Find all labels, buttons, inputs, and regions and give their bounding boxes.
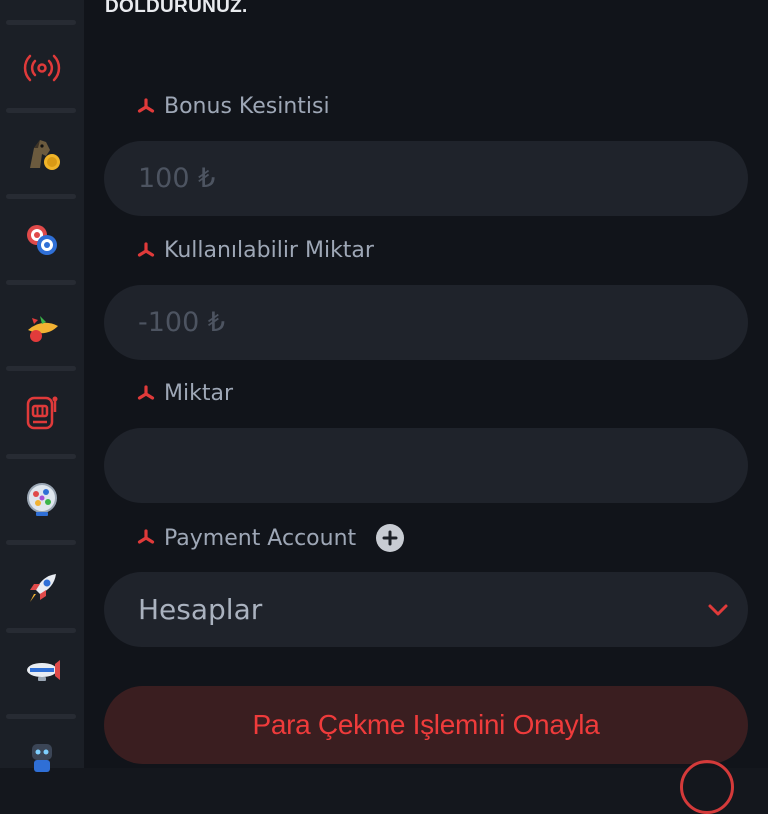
withdraw-form: DOLDURUNUZ. Bonus Kesintisi 100 ₺ Kullan… [84,0,768,814]
available-amount-field[interactable]: -100 ₺ [104,285,748,360]
sidebar-item-horse-racing[interactable] [20,132,64,176]
amount-input[interactable] [104,428,748,503]
horse-racing-icon [30,140,60,170]
confirm-withdrawal-button[interactable]: Para Çekme Işlemini Onayla [104,686,748,764]
sidebar-separator [6,366,76,371]
chevron-down-icon [708,604,728,616]
sidebar-separator [6,194,76,199]
required-asterisk-icon [136,384,156,404]
confirm-withdrawal-label: Para Çekme Işlemini Onayla [252,709,600,740]
sidebar-item-slots[interactable] [20,390,64,434]
required-asterisk-icon [136,241,156,261]
sidebar-item-crash[interactable] [20,566,64,610]
payment-account-selected: Hesaplar [138,593,263,626]
live-broadcast-icon [23,54,61,82]
instruction-text: DOLDURUNUZ. [105,0,248,17]
required-asterisk-icon [136,97,156,117]
sidebar-item-robot[interactable] [20,736,64,780]
bonus-deduction-field[interactable]: 100 ₺ [104,141,748,216]
sidebar-separator [6,540,76,545]
amount-label: Miktar [136,381,233,406]
bonus-deduction-placeholder: 100 ₺ [138,163,216,194]
lottery-ball-icon [27,483,57,516]
sidebar [0,0,84,772]
slot-machine-icon [26,396,58,430]
sidebar-item-zeppelin[interactable] [20,650,64,694]
amount-label-text: Miktar [164,381,233,406]
bonus-deduction-label: Bonus Kesintisi [136,94,330,119]
available-amount-label: Kullanılabilir Miktar [136,238,374,263]
sidebar-separator [6,20,76,25]
zeppelin-icon [27,660,60,681]
sidebar-separator [6,108,76,113]
sidebar-separator [6,454,76,459]
sidebar-item-lottery[interactable] [20,478,64,522]
bonus-deduction-label-text: Bonus Kesintisi [164,94,330,119]
plus-icon [382,530,398,546]
fruit-slots-icon [28,316,58,342]
sidebar-item-casino[interactable] [20,218,64,262]
sidebar-separator [6,714,76,719]
payment-account-label: Payment Account [136,524,405,552]
rocket-icon [30,574,56,602]
sidebar-item-fruit-slots[interactable] [20,306,64,350]
sidebar-item-live[interactable] [20,46,64,90]
sidebar-separator [6,280,76,285]
payment-account-label-text: Payment Account [164,525,357,551]
support-chat-button[interactable] [680,760,734,814]
required-asterisk-icon [136,528,156,548]
available-amount-placeholder: -100 ₺ [138,307,226,338]
sidebar-separator [6,628,76,633]
add-payment-account-button[interactable] [376,524,405,552]
robot-icon [32,744,52,772]
available-amount-label-text: Kullanılabilir Miktar [164,238,374,263]
payment-account-select[interactable]: Hesaplar [104,572,748,647]
casino-chips-icon [27,225,57,255]
